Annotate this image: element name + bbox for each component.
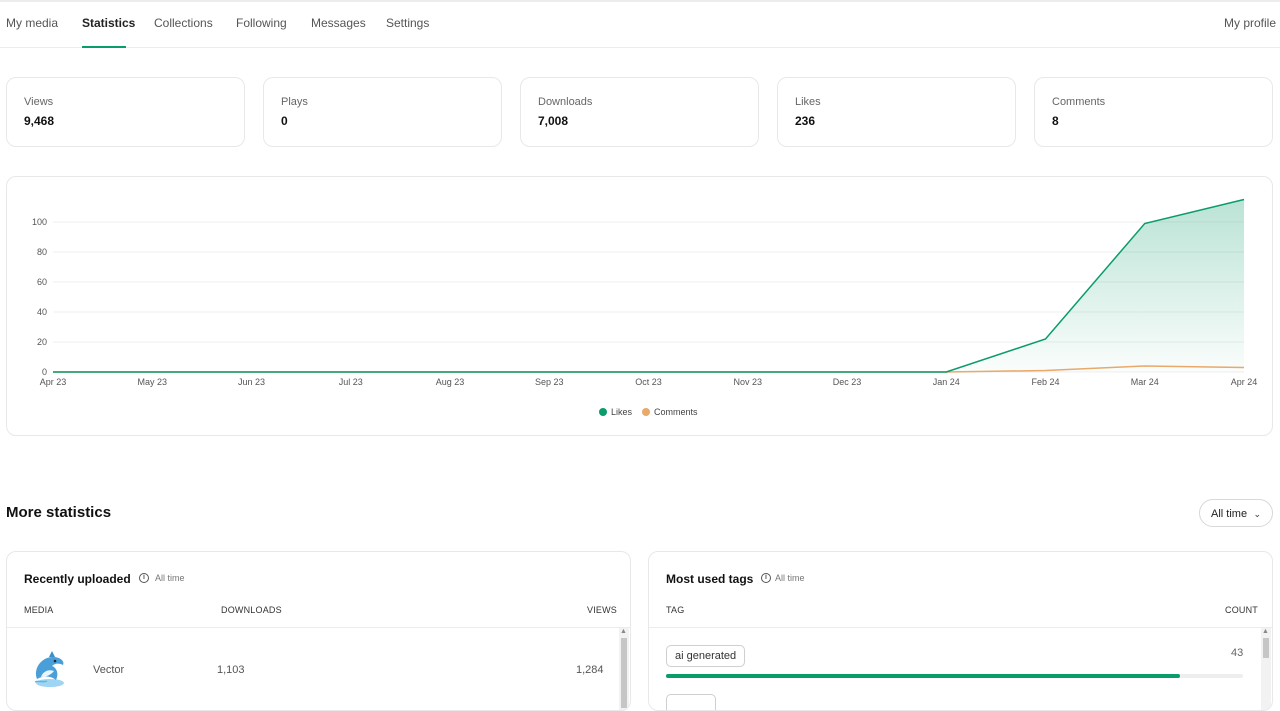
tags-scrollbar[interactable]: ▲: [1261, 628, 1271, 710]
legend-marker[interactable]: [599, 408, 607, 416]
stat-label: Comments: [1052, 96, 1106, 108]
legend-marker[interactable]: [642, 408, 650, 416]
x-tick-label: Sep 23: [535, 377, 564, 387]
media-views: 1,284: [576, 664, 604, 676]
y-tick-label: 40: [37, 307, 47, 317]
activity-chart-card: Apr 23 May 23 Jun 23 Jul 23 Aug 23 Sep 23 Oct …: [6, 176, 1273, 436]
media-downloads: 1,103: [217, 664, 245, 676]
tag-usage-bar-fill: [666, 674, 1180, 678]
scroll-up-icon[interactable]: ▲: [620, 628, 627, 635]
x-tick-label: Apr 24: [1231, 377, 1258, 387]
panel-title: Recently uploaded: [24, 572, 131, 586]
stat-value: 9,468: [24, 114, 55, 128]
tag-chip[interactable]: ai generated: [666, 645, 746, 667]
stat-value: 8: [1052, 114, 1059, 128]
recent-scrollbar[interactable]: ▲: [619, 628, 629, 710]
scroll-up-icon[interactable]: ▲: [1262, 628, 1269, 635]
more-statistics-title: More statistics: [6, 504, 112, 521]
x-tick-label: Apr 23: [40, 377, 67, 387]
time-filter-select[interactable]: All time ⌄: [1199, 499, 1273, 527]
recently-uploaded-panel: Recently uploaded i All time MEDIA DOWNL…: [6, 551, 631, 711]
x-tick-label: May 23: [137, 377, 167, 387]
nav-messages[interactable]: Messages: [311, 16, 366, 48]
likes-area: [53, 199, 1244, 372]
panel-title: Most used tags: [666, 572, 754, 586]
y-tick-label: 20: [37, 337, 47, 347]
media-type: Vector: [93, 664, 125, 676]
column-header-views[interactable]: VIEWS: [587, 605, 617, 615]
legend-label[interactable]: Likes: [611, 407, 633, 417]
y-tick-label: 80: [37, 247, 47, 257]
panel-subtitle: All time: [775, 573, 805, 583]
nav-settings[interactable]: Settings: [386, 16, 429, 48]
header-divider: [649, 627, 1272, 628]
nav-following[interactable]: Following: [236, 16, 287, 48]
column-header-downloads[interactable]: DOWNLOADS: [221, 605, 282, 615]
x-tick-label: Mar 24: [1131, 377, 1159, 387]
x-tick-label: Nov 23: [733, 377, 762, 387]
stat-label: Downloads: [538, 96, 593, 108]
nav-statistics[interactable]: Statistics: [82, 16, 135, 48]
nav-collections[interactable]: Collections: [154, 16, 213, 48]
column-header-media[interactable]: MEDIA: [24, 605, 54, 615]
x-tick-label: Feb 24: [1031, 377, 1059, 387]
nav-my-profile[interactable]: My profile: [1224, 16, 1276, 48]
time-filter-label: All time: [1211, 508, 1248, 520]
most-used-tags-panel: Most used tags i All time TAG COUNT ai g…: [648, 551, 1273, 711]
activity-chart: Apr 23 May 23 Jun 23 Jul 23 Aug 23 Sep 23 Oct …: [32, 198, 1258, 417]
info-icon[interactable]: i: [139, 573, 149, 583]
legend-label[interactable]: Comments: [654, 407, 698, 417]
x-tick-label: Aug 23: [436, 377, 465, 387]
stat-card-downloads: Downloads 7,008: [520, 77, 759, 147]
stat-value: 7,008: [538, 114, 569, 128]
stat-value: 0: [281, 114, 288, 128]
x-tick-label: Jun 23: [238, 377, 265, 387]
stat-card-plays: Plays 0: [263, 77, 502, 147]
scrollbar-thumb[interactable]: [621, 638, 627, 708]
x-tick-label: Dec 23: [833, 377, 862, 387]
column-header-tag[interactable]: TAG: [666, 605, 684, 615]
y-tick-label: 60: [37, 277, 47, 287]
info-icon[interactable]: i: [761, 573, 771, 583]
y-tick-label: 100: [32, 217, 47, 227]
tag-count: 43: [1231, 647, 1244, 659]
tag-usage-bar: [666, 674, 1243, 678]
stat-card-views: Views 9,468: [6, 77, 245, 147]
nav-my-media[interactable]: My media: [6, 16, 58, 48]
dolphin-thumbnail[interactable]: [29, 649, 71, 691]
chevron-down-icon: ⌄: [1253, 509, 1261, 519]
stat-label: Views: [24, 96, 54, 108]
stat-label: Plays: [281, 96, 308, 108]
column-header-count[interactable]: COUNT: [1225, 605, 1258, 615]
y-tick-label: 0: [42, 367, 47, 377]
x-tick-label: Jan 24: [933, 377, 960, 387]
header-divider: [7, 627, 630, 628]
stat-card-comments: Comments 8: [1034, 77, 1273, 147]
tag-chip[interactable]: [666, 694, 716, 710]
top-nav: My media Statistics Collections Followin…: [0, 2, 1280, 48]
stat-card-likes: Likes 236: [777, 77, 1016, 147]
stat-label: Likes: [795, 96, 821, 108]
x-tick-label: Oct 23: [635, 377, 662, 387]
x-tick-label: Jul 23: [339, 377, 363, 387]
scrollbar-thumb[interactable]: [1263, 638, 1269, 658]
panel-subtitle: All time: [155, 573, 185, 583]
stat-value: 236: [795, 114, 816, 128]
